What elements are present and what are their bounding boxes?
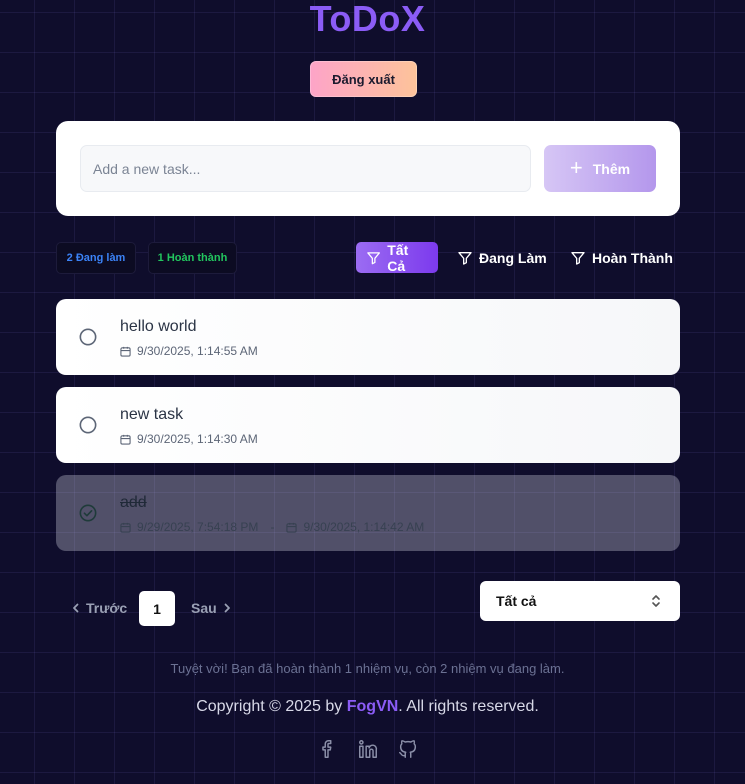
chevrons-up-down-icon (652, 595, 660, 607)
task-title[interactable]: hello world (120, 318, 196, 336)
plus-icon: + (569, 154, 583, 180)
circle-icon[interactable] (79, 328, 97, 346)
linkedin-icon[interactable] (357, 738, 379, 760)
task-title[interactable]: add (120, 494, 147, 512)
task-created-date: 9/30/2025, 1:14:55 AM (137, 344, 258, 358)
add-task-button-label: Thêm (592, 160, 631, 177)
date-separator: - (270, 520, 275, 534)
progress-summary: Tuyệt vời! Bạn đã hoàn thành 1 nhiệm vụ,… (170, 661, 565, 676)
filter-active-label: Đang Làm (479, 249, 547, 266)
copyright-suffix: . All rights reserved. (398, 698, 539, 715)
filter-all-label: Tất Cả (387, 241, 409, 274)
task-meta: 9/29/2025, 7:54:18 PM - 9/30/2025, 1:14:… (120, 520, 424, 534)
filter-all-button[interactable]: Tất Cả (356, 241, 438, 274)
filter-icon (367, 251, 380, 264)
pagination-next-label: Sau (191, 600, 217, 616)
logout-button[interactable]: Đăng xuất (310, 61, 417, 97)
filter-active-button[interactable]: Đang Làm (447, 242, 557, 273)
filter-completed-button[interactable]: Hoàn Thành (560, 242, 683, 273)
pagination-prev-button[interactable]: Trước (70, 600, 127, 616)
task-item-completed: add 9/29/2025, 7:54:18 PM - 9/30/2025, 1… (56, 475, 680, 551)
task-meta: 9/30/2025, 1:14:55 AM (120, 344, 258, 358)
new-task-input[interactable] (80, 145, 531, 192)
pagination-prev-label: Trước (86, 600, 128, 616)
copyright: Copyright © 2025 by FogVN. All rights re… (0, 698, 735, 716)
chevron-left-icon (73, 603, 79, 613)
calendar-icon (286, 522, 298, 533)
brand-link[interactable]: FogVN (347, 698, 399, 715)
social-links (0, 738, 735, 760)
pagination-page-1[interactable]: 1 (139, 591, 175, 626)
filter-icon (458, 251, 472, 265)
task-title[interactable]: new task (120, 406, 183, 424)
add-task-button[interactable]: + Thêm (544, 145, 656, 192)
facebook-icon[interactable] (317, 738, 339, 760)
task-completed-date: 9/30/2025, 1:14:42 AM (303, 520, 425, 534)
check-circle-icon[interactable] (79, 504, 97, 522)
task-item: hello world 9/30/2025, 1:14:55 AM (56, 299, 680, 375)
task-meta: 9/30/2025, 1:14:30 AM (120, 432, 258, 446)
calendar-icon (120, 434, 131, 445)
calendar-icon (120, 522, 131, 533)
github-icon[interactable] (397, 738, 419, 760)
calendar-icon (120, 346, 131, 357)
add-task-card: + Thêm (56, 121, 680, 216)
page-size-select[interactable]: Tất cả (480, 581, 680, 621)
copyright-prefix: Copyright © 2025 by (196, 698, 347, 715)
active-count-badge: 2 Đang làm (56, 242, 136, 274)
completed-count-badge: 1 Hoàn thành (148, 242, 237, 274)
task-item: new task 9/30/2025, 1:14:30 AM (56, 387, 680, 463)
circle-icon[interactable] (79, 416, 97, 434)
task-created-date: 9/30/2025, 1:14:30 AM (137, 432, 258, 446)
chevron-right-icon (224, 603, 230, 613)
task-created-date: 9/29/2025, 7:54:18 PM (137, 520, 259, 534)
page-size-value: Tất cả (496, 593, 537, 609)
pagination-next-button[interactable]: Sau (191, 600, 233, 616)
filter-completed-label: Hoàn Thành (592, 249, 673, 266)
app-title: ToDoX (309, 0, 426, 39)
filter-icon (571, 251, 585, 265)
